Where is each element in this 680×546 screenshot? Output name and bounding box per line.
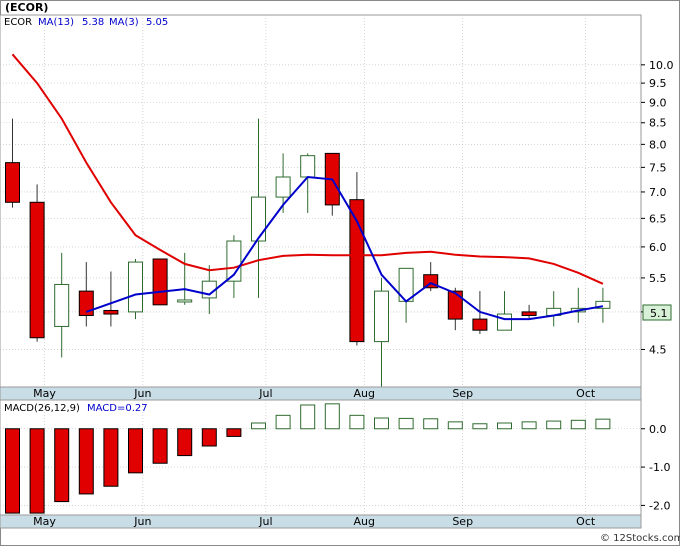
candle-body bbox=[521, 311, 537, 316]
price-panel: 4.55.05.56.06.57.07.58.08.59.09.510.0 EC… bbox=[0, 14, 674, 401]
price-y-tick-label: 6.5 bbox=[649, 212, 667, 225]
macd-bar bbox=[521, 421, 537, 430]
macd-bar bbox=[54, 428, 70, 503]
macd-month-label: May bbox=[33, 515, 56, 528]
price-plot-area bbox=[0, 14, 642, 388]
macd-bar bbox=[374, 417, 389, 430]
price-legend-symbol: ECOR bbox=[4, 17, 32, 28]
macd-bar bbox=[177, 428, 193, 457]
macd-y-tick-label: -2.0 bbox=[649, 499, 670, 512]
macd-bar bbox=[595, 418, 611, 430]
price-y-tick-label: 10.0 bbox=[649, 59, 674, 72]
price-y-tick-label: 9.0 bbox=[649, 96, 667, 109]
price-month-label: Aug bbox=[354, 387, 375, 400]
macd-month-label: Jul bbox=[258, 515, 272, 528]
macd-plot-area bbox=[0, 399, 642, 516]
candle-body bbox=[275, 176, 291, 198]
macd-bar bbox=[152, 428, 168, 464]
price-legend-ma3-value: 5.05 bbox=[146, 17, 168, 28]
macd-bar bbox=[103, 428, 119, 487]
macd-month-label: Oct bbox=[576, 515, 596, 528]
macd-panel: 0.0 -1.0 -2.0 MACD(26,12,9) MACD=0.27 May J… bbox=[0, 399, 670, 529]
price-legend-ma13-value: 5.38 bbox=[82, 17, 104, 28]
macd-bar bbox=[78, 428, 94, 495]
macd-bar bbox=[497, 422, 512, 430]
price-legend-ma13-label: MA(13) bbox=[38, 17, 74, 28]
macd-bar bbox=[349, 414, 365, 430]
price-month-label: Jun bbox=[133, 387, 151, 400]
macd-bar bbox=[251, 422, 266, 430]
macd-bar bbox=[398, 417, 414, 430]
macd-bar bbox=[472, 423, 488, 430]
price-y-tick-label: 7.5 bbox=[649, 161, 667, 174]
macd-y-tick-label: -1.0 bbox=[649, 461, 670, 474]
candle-body bbox=[374, 290, 389, 343]
candle-body bbox=[497, 313, 512, 331]
macd-bar bbox=[5, 428, 20, 514]
price-y-tick-label: 6.0 bbox=[649, 241, 667, 254]
macd-bar bbox=[275, 414, 291, 430]
macd-bar bbox=[423, 418, 439, 430]
candle-body bbox=[447, 290, 463, 320]
macd-y-tick-label: 0.0 bbox=[649, 423, 667, 436]
price-y-tick-label: 8.5 bbox=[649, 117, 667, 130]
macd-bar bbox=[300, 404, 316, 430]
price-y-tick-label: 8.0 bbox=[649, 138, 667, 151]
macd-legend-value: MACD=0.27 bbox=[87, 403, 148, 414]
price-month-label: Oct bbox=[576, 387, 596, 400]
macd-bar bbox=[29, 428, 45, 514]
candle-body bbox=[29, 201, 45, 339]
candle-body bbox=[300, 155, 316, 178]
macd-bar bbox=[324, 403, 340, 430]
price-y-tick-label: 9.5 bbox=[649, 77, 667, 90]
price-month-label: May bbox=[33, 387, 56, 400]
last-value-label: 5.1 bbox=[650, 307, 668, 320]
candle-body bbox=[251, 196, 266, 242]
candle-body bbox=[54, 283, 70, 327]
candle-body bbox=[177, 299, 193, 303]
macd-month-label: Sep bbox=[452, 515, 473, 528]
stock-chart: 4.55.05.56.06.57.07.58.08.59.09.510.0 EC… bbox=[0, 0, 680, 546]
macd-legend-label: MACD(26,12,9) bbox=[4, 403, 80, 414]
macd-bar bbox=[226, 428, 242, 437]
watermark: © 12Stocks.com bbox=[600, 533, 680, 544]
macd-bar bbox=[447, 421, 463, 430]
macd-month-band bbox=[0, 514, 642, 529]
candle-body bbox=[152, 258, 168, 306]
chart-canvas: 4.55.05.56.06.57.07.58.08.59.09.510.0 EC… bbox=[0, 0, 680, 546]
price-month-label: Jul bbox=[258, 387, 272, 400]
macd-bar bbox=[201, 428, 217, 447]
price-y-tick-label: 5.5 bbox=[649, 272, 667, 285]
candle-body bbox=[103, 309, 119, 315]
price-month-label: Sep bbox=[452, 387, 473, 400]
price-legend-ma3-label: MA(3) bbox=[109, 17, 139, 28]
macd-month-label: Jun bbox=[133, 515, 151, 528]
price-y-tick-label: 4.5 bbox=[649, 343, 667, 356]
macd-month-label: Aug bbox=[354, 515, 375, 528]
candle-body bbox=[5, 162, 20, 203]
price-y-tick-label: 7.0 bbox=[649, 186, 667, 199]
macd-bar bbox=[128, 428, 143, 474]
price-month-band bbox=[0, 386, 642, 401]
chart-title: (ECOR) bbox=[5, 1, 48, 14]
candle-body bbox=[128, 261, 143, 313]
macd-bar bbox=[570, 419, 586, 430]
macd-bar bbox=[546, 420, 562, 430]
candle-body bbox=[472, 318, 488, 331]
